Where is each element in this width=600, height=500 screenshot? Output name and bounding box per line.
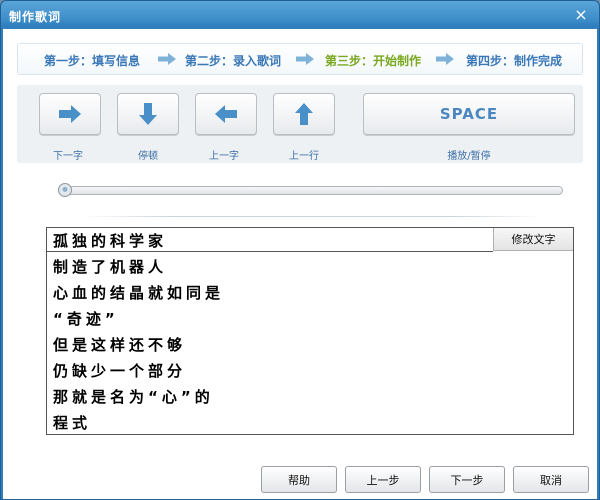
play-pause-label: 播放/暂停 — [447, 151, 491, 162]
current-line-underline — [47, 251, 493, 252]
step-arrow-icon — [158, 53, 176, 65]
lyric-line[interactable]: 那就是名为“心”的 — [53, 386, 214, 407]
lyric-line[interactable]: “奇迹” — [53, 308, 119, 329]
step-1: 第一步：填写信息 — [44, 54, 141, 68]
next-step-button[interactable]: 下一步 — [429, 466, 505, 493]
lyrics-list[interactable]: 修改文字 孤独的科学家 制造了机器人 心血的结晶就如同是 “奇迹” 但是这样还不… — [46, 227, 574, 435]
help-button[interactable]: 帮助 — [261, 466, 337, 493]
next-char-label: 下一字 — [53, 151, 83, 162]
window-title: 制作歌词 — [9, 10, 62, 24]
control-panel: 下一字 停顿 上一字 上一行 SPACE 播放/暂停 — [17, 85, 583, 163]
pause-button[interactable] — [117, 93, 179, 135]
lyric-line-current[interactable]: 孤独的科学家 — [53, 230, 167, 251]
step-2: 第二步：录入歌词 — [185, 54, 282, 68]
prev-line-label: 上一行 — [289, 151, 319, 162]
lyric-line[interactable]: 仍缺少一个部分 — [53, 360, 186, 381]
step-arrow-icon — [296, 53, 314, 65]
progress-slider-track[interactable] — [59, 186, 563, 195]
play-pause-space-button[interactable]: SPACE — [363, 93, 575, 135]
divider — [83, 216, 543, 217]
prev-line-button[interactable] — [273, 93, 335, 135]
prev-line-control — [273, 93, 335, 135]
lyric-line[interactable]: 心血的结晶就如同是 — [53, 282, 224, 303]
arrow-down-icon — [139, 103, 157, 125]
arrow-left-icon — [215, 105, 237, 123]
pause-control — [117, 93, 179, 135]
next-char-control — [39, 93, 101, 135]
dialog-body: 第一步：填写信息 第二步：录入歌词 第三步：开始制作 第四步：制作完成 下一字 … — [3, 29, 597, 499]
prev-char-button[interactable] — [195, 93, 257, 135]
prev-step-button[interactable]: 上一步 — [345, 466, 421, 493]
edit-text-button[interactable]: 修改文字 — [493, 228, 573, 251]
step-4: 第四步：制作完成 — [466, 54, 563, 68]
lyrics-maker-window: 制作歌词 × 第一步：填写信息 第二步：录入歌词 第三步：开始制作 第四步：制作… — [0, 0, 600, 500]
arrow-right-icon — [59, 105, 81, 123]
arrow-up-icon — [295, 103, 313, 125]
lyric-line[interactable]: 程式 — [53, 412, 91, 433]
close-button[interactable]: × — [571, 5, 591, 25]
lyric-line[interactable]: 但是这样还不够 — [53, 334, 186, 355]
next-char-button[interactable] — [39, 93, 101, 135]
lyric-line[interactable]: 制造了机器人 — [53, 256, 167, 277]
pause-label: 停顿 — [138, 151, 158, 162]
wizard-steps: 第一步：填写信息 第二步：录入歌词 第三步：开始制作 第四步：制作完成 — [17, 43, 583, 75]
step-arrow-icon — [436, 53, 454, 65]
prev-char-label: 上一字 — [209, 151, 239, 162]
cancel-button[interactable]: 取消 — [513, 466, 589, 493]
title-bar: 制作歌词 × — [1, 1, 599, 29]
progress-slider-thumb[interactable] — [58, 183, 72, 197]
prev-char-control — [195, 93, 257, 135]
step-3-current: 第三步：开始制作 — [325, 54, 422, 68]
